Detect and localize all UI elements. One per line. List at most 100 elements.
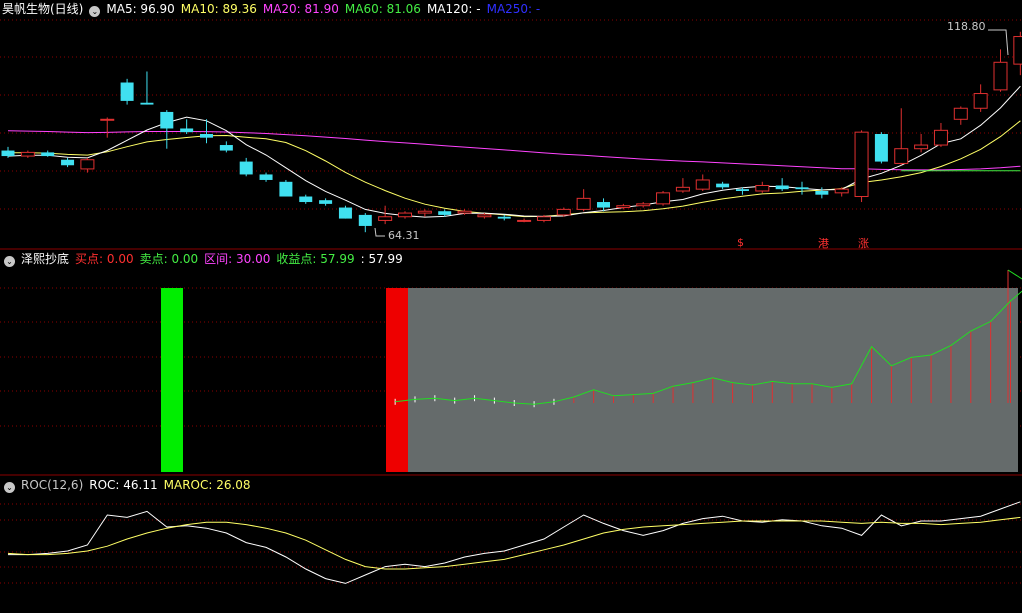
ma250-label: MA250: - [486,2,541,16]
low-pointer [374,227,385,237]
candle-body [477,214,492,218]
candle [953,106,968,125]
roc-chart[interactable] [0,476,1022,613]
candle [675,178,690,193]
candle-body [894,148,909,164]
candle-body [398,212,412,218]
candle [299,194,313,204]
candle [993,49,1008,92]
low-price-label: 64.31 [388,229,420,242]
candlestick-chart[interactable] [0,0,1022,250]
roc-line [8,501,1021,584]
candle [180,119,194,134]
candle [219,141,233,153]
candle [61,157,75,168]
indicator-chart[interactable] [0,250,1022,476]
candle [795,181,809,195]
candle [100,117,115,138]
maroc-value: MAROC: 26.08 [163,478,251,492]
candle-body [556,208,571,216]
candle-body [735,189,749,191]
candle-body [656,192,671,205]
marker-dollar: $ [737,236,744,249]
main-chart-panel[interactable]: 昊帆生物(日线) ⌄ MA5: 96.90 MA10: 89.36 MA20: 81.9… [0,0,1022,250]
candle-body [61,159,75,166]
candle [755,181,770,193]
roc-header: ⌄ ROC(12,6) ROC: 46.11 MAROC: 26.08 [0,476,257,494]
candle [41,150,55,157]
candle [279,179,293,197]
roc-panel[interactable]: ⌄ ROC(12,6) ROC: 46.11 MAROC: 26.08 [0,476,1022,613]
range-label: 区间: 30.00 [204,252,271,266]
candle [815,187,829,199]
candle [874,132,888,164]
candle-body [259,174,273,180]
candle-body [834,188,849,194]
candle [20,150,35,158]
candle-body [616,205,631,209]
candle-body [716,183,730,188]
candle [656,191,671,206]
candle-body [576,197,591,210]
candle-body [338,207,352,219]
candle [417,209,432,217]
roc-name: ROC(12,6) [21,478,84,492]
maroc-line [7,516,1021,570]
candle-body [933,129,948,146]
candle [80,157,95,173]
indicator-name: 泽熙抄底 [21,252,70,266]
candle [120,78,134,105]
candle [398,211,412,219]
collapse-icon[interactable]: ⌄ [4,256,15,267]
candle-body [41,152,55,157]
candle-body [874,134,888,162]
candle-body [517,219,532,222]
candle-body [973,93,988,109]
candle [716,181,730,190]
extra-label: : 57.99 [360,252,403,266]
candle [695,174,710,191]
candle-body [1,150,15,157]
marker-up: 涨 [858,237,869,250]
candle [775,178,789,191]
candle-body [358,214,372,226]
candle [338,205,352,219]
indicator-panel[interactable]: ⌄ 泽熙抄底 买点: 0.00 卖点: 0.00 区间: 30.00 收益点: 57.99… [0,250,1022,476]
candle-body [636,203,651,207]
candle-body [438,211,452,215]
candle [239,157,253,177]
candle-body [914,144,929,150]
collapse-icon[interactable]: ⌄ [4,482,15,493]
candle-body [140,102,154,105]
candle [973,84,988,112]
high-price-label: 118.80 [947,20,986,33]
ma10-label: MA10: 89.36 [180,2,257,16]
candle-body [597,202,610,208]
candle-body [239,161,253,175]
collapse-icon[interactable]: ⌄ [89,6,101,17]
indicator-header: ⌄ 泽熙抄底 买点: 0.00 卖点: 0.00 区间: 30.00 收益点: 57.99… [0,250,409,268]
candle-body [160,111,174,129]
stock-title: 昊帆生物(日线) [2,2,84,16]
roc-value: ROC: 46.11 [89,478,158,492]
candle [319,198,333,206]
candle [914,134,929,153]
marker-hk: 港 [818,237,829,250]
candle-body [319,200,333,204]
candle [259,172,273,182]
candle [834,187,849,197]
candle [1013,31,1022,76]
main-header: 昊帆生物(日线) ⌄ MA5: 96.90 MA10: 89.36 MA20: 81.9… [0,0,546,18]
candle-body [299,196,313,203]
buy-label: 买点: 0.00 [75,252,134,266]
candle-body [180,128,194,133]
candle [576,189,591,212]
candle [140,71,154,105]
candle-body [279,181,293,197]
candle-body [20,151,35,157]
candle-body [80,159,95,170]
ma5-label: MA5: 96.90 [106,2,175,16]
candle-body [854,131,869,198]
candle-body [695,179,710,190]
candle [517,218,532,223]
